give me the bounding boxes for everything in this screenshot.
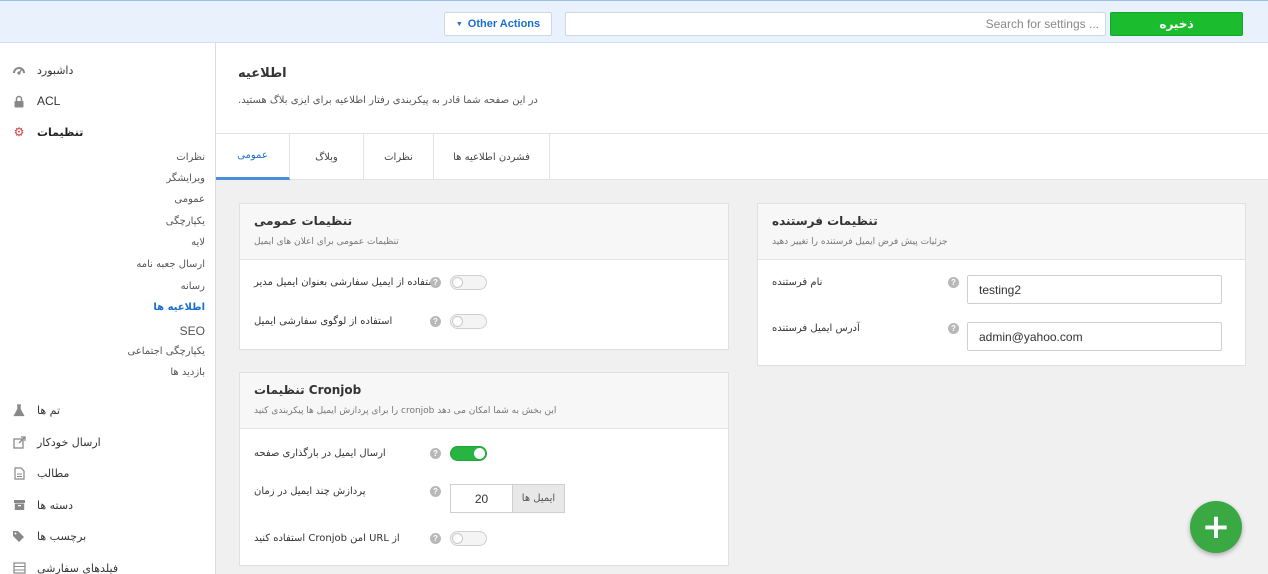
sidebar-subitem-media[interactable]: رسانه [181,281,205,292]
help-icon[interactable]: ? [948,276,959,288]
emails-per-batch-input[interactable] [450,484,512,513]
tab-digest[interactable]: فشردن اطلاعیه ها [434,134,550,180]
cronjob-settings-panel: تنظیمات Cronjob را برای پردازش ایمیل ها … [239,372,729,566]
share-icon [12,435,26,449]
help-icon[interactable]: ? [430,315,441,327]
sidebar-item-label: مطالب [37,466,70,480]
sidebar-subitem-general[interactable]: عمومی [174,194,205,205]
secure-cron-url-toggle[interactable] [450,530,487,546]
sidebar-item-settings[interactable]: ⚙ تنظیمات [12,125,84,139]
sidebar-subitem-mailbox[interactable]: ارسال جعبه نامه [136,259,205,270]
panel-title: تنظیمات Cronjob [254,383,362,397]
sidebar-item-tags[interactable]: برچسب ها [12,529,86,543]
setting-label: استفاده کنید Cronjob امن URL از [254,532,400,544]
help-icon[interactable]: ? [948,322,959,334]
panel-subtitle: تنظیمات عمومی برای اعلان های ایمیل [254,237,399,247]
page-title: اطلاعیه [238,66,287,81]
lock-icon [12,94,26,108]
emails-unit-addon: ایمیل ها [512,484,565,513]
setting-row: استفاده از لوگوی سفارشی ایمیل ? [254,309,714,333]
sidebar-item-posts[interactable]: مطالب [12,466,69,480]
sidebar-subitem-notifications[interactable]: اطلاعیه ها [153,302,205,313]
plus-icon: + [1201,507,1231,547]
sidebar-subitem-social[interactable]: یکپارچگی اجتماعی [127,346,205,357]
setting-row: ارسال ایمیل در بارگذاری صفحه ? [254,441,714,465]
sidebar-item-label: دسته ها [37,498,73,512]
tab-comments[interactable]: نظرات [364,134,434,180]
save-button[interactable]: ذخیره [1110,12,1243,36]
sidebar-item-label: ارسال خودکار [37,435,101,449]
sender-name-input[interactable] [967,275,1222,304]
page-header: اطلاعیه .در این صفحه شما قادر به پیکربند… [216,43,1268,134]
tab-blog[interactable]: وبلاگ [290,134,364,180]
emails-per-batch-input-group: ایمیل ها [450,484,565,513]
general-settings-panel: تنظیمات عمومی تنظیمات عمومی برای اعلان ه… [239,203,729,350]
tab-bar: عمومی وبلاگ نظرات فشردن اطلاعیه ها [216,134,1268,180]
sidebar-item-label: فیلدهای سفارشی [37,561,119,574]
gear-icon: ⚙ [13,125,25,139]
setting-row: استفاده کنید Cronjob امن URL از ? [254,526,714,550]
dashboard-icon [12,63,26,77]
setting-label: نام فرستنده [772,276,823,288]
page-description: .در این صفحه شما قادر به پیکربندی رفتار … [238,95,538,106]
help-icon[interactable]: ? [430,447,441,459]
sidebar: داشبورد ACL ⚙ تنظیمات نظرات ویرایشگر عمو… [0,43,216,574]
custom-admin-email-toggle[interactable] [450,274,487,290]
custom-email-logo-toggle[interactable] [450,313,487,329]
setting-label: استفاده از لوگوی سفارشی ایمیل [254,315,393,327]
box-icon [12,498,26,512]
sidebar-item-autopost[interactable]: ارسال خودکار [12,435,101,449]
sidebar-subitem-seo[interactable]: SEO [180,324,205,338]
panel-header: تنظیمات فرستنده جزئیات پیش فرض ایمیل فرس… [758,204,1245,260]
help-icon[interactable]: ? [430,276,441,288]
sidebar-subitem-editor[interactable]: ویرایشگر [166,173,205,184]
send-on-page-load-toggle[interactable] [450,445,487,461]
other-actions-label: Other Actions [467,18,541,30]
panel-subtitle: را برای پردازش ایمیل ها پیکربندی کنید cr… [254,406,557,416]
sidebar-item-label: تم ها [37,403,61,417]
sidebar-subitem-comments[interactable]: نظرات [176,152,205,163]
sidebar-item-label: داشبورد [37,63,74,77]
panel-header: تنظیمات Cronjob را برای پردازش ایمیل ها … [240,373,728,429]
sidebar-item-label: ACL [37,94,61,108]
panel-title: تنظیمات عمومی [254,214,353,228]
setting-row: استفاده از ایمیل سفارشی بعنوان ایمیل مدی… [254,270,714,294]
sidebar-item-categories[interactable]: دسته ها [12,498,73,512]
tab-general[interactable]: عمومی [216,134,290,180]
setting-label: آدرس ایمیل فرستنده [772,322,860,334]
setting-label: پردازش چند ایمیل در زمان [254,485,366,497]
sidebar-item-dashboard[interactable]: داشبورد [12,63,73,77]
panel-title: تنظیمات فرستنده [772,214,878,228]
sender-settings-panel: تنظیمات فرستنده جزئیات پیش فرض ایمیل فرس… [757,203,1246,366]
panel-header: تنظیمات عمومی تنظیمات عمومی برای اعلان ه… [240,204,728,260]
help-icon[interactable]: ? [430,532,441,544]
add-button[interactable]: + [1190,501,1242,553]
content-area: تنظیمات عمومی تنظیمات عمومی برای اعلان ه… [216,180,1268,574]
sidebar-item-acl[interactable]: ACL [12,94,60,108]
list-icon [12,561,26,574]
sidebar-item-label: تنظیمات [37,125,84,139]
tags-icon [12,529,26,543]
sidebar-subitem-integrations[interactable]: یکپارچگی [166,216,205,227]
flask-icon [12,403,26,417]
sidebar-item-label: برچسب ها [37,529,87,543]
setting-label: استفاده از ایمیل سفارشی بعنوان ایمیل مدی… [254,276,440,288]
help-icon[interactable]: ? [430,485,441,497]
sidebar-item-themes[interactable]: تم ها [12,403,60,417]
caret-down-icon: ▼ [455,20,463,28]
sidebar-subitem-visits[interactable]: بازدید ها [170,367,205,378]
sender-email-input[interactable] [967,322,1222,351]
sidebar-subitem-layout[interactable]: لایه [191,237,205,248]
top-bar: ▼ Other Actions ذخیره [0,0,1268,43]
document-icon [12,466,26,480]
setting-label: ارسال ایمیل در بارگذاری صفحه [254,447,386,459]
panel-subtitle: جزئیات پیش فرض ایمیل فرستنده را تغییر ده… [772,237,948,247]
sidebar-item-custom-fields[interactable]: فیلدهای سفارشی [12,561,118,574]
other-actions-button[interactable]: ▼ Other Actions [444,12,552,36]
settings-search-input[interactable] [565,12,1106,36]
